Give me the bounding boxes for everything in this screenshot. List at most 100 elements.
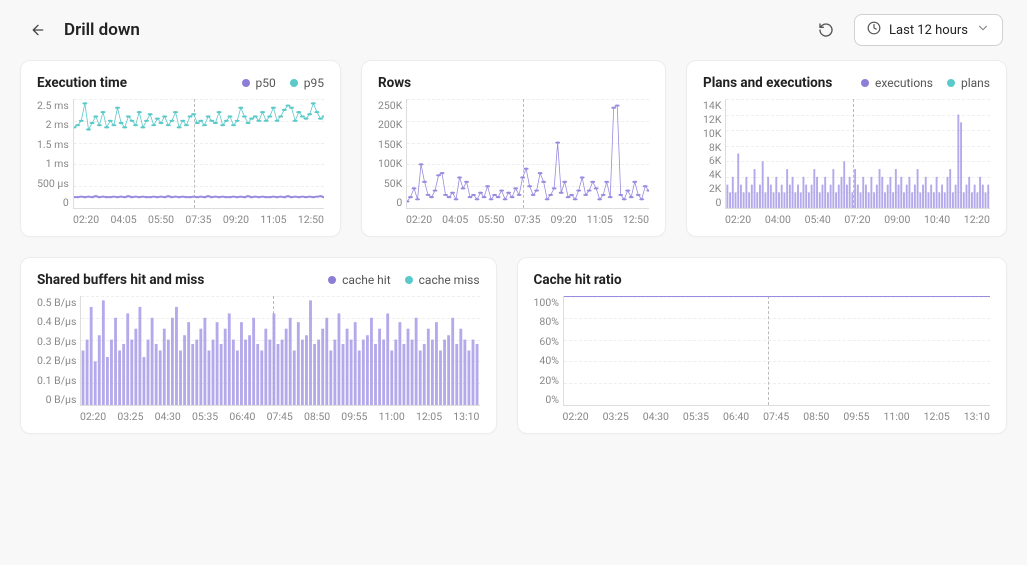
chart-legend: executions plans [861,76,990,90]
x-tick-label: 02:20 [725,213,751,226]
legend-swatch [328,276,336,284]
header-actions: Last 12 hours [812,14,1003,46]
refresh-button[interactable] [812,16,840,44]
x-tick-label: 12:05 [924,410,950,423]
x-tick-label: 06:40 [229,410,255,423]
y-tick-label: 0 [703,196,721,209]
chart-title: Rows [378,75,411,91]
card-cache-hit-ratio[interactable]: Cache hit ratio100%80%60%40%20%0%02:2003… [517,257,1007,434]
x-tick-label: 07:20 [844,213,870,226]
x-tick-label: 11:05 [260,213,286,226]
x-tick-label: 11:00 [884,410,910,423]
chart-legend: cache hit cache miss [328,273,479,287]
x-axis: 02:2004:0505:5007:3509:2011:0512:50 [406,213,649,226]
x-tick-label: 03:25 [603,410,629,423]
chart-title: Plans and executions [703,75,832,91]
y-tick-label: 2.5 ms [37,99,69,112]
legend-label: cache miss [419,273,480,287]
legend-item: plans [947,76,990,90]
y-tick-label: 150K [378,138,402,151]
x-tick-label: 12:50 [623,213,649,226]
y-tick-label: 200K [378,118,402,131]
x-axis: 02:2004:0005:4007:2009:0010:4012:20 [725,213,990,226]
chart-title: Cache hit ratio [534,272,622,288]
x-tick-label: 08:50 [304,410,330,423]
y-tick-label: 0% [534,393,559,406]
y-tick-label: 1 ms [37,157,69,170]
plot-area[interactable] [563,296,990,406]
card-plans-executions[interactable]: Plans and executions executions plans 14K12… [686,60,1007,237]
y-tick-label: 6K [703,154,721,167]
x-tick-label: 05:50 [478,213,504,226]
x-tick-label: 07:35 [514,213,540,226]
plot-area[interactable] [406,99,649,209]
y-tick-label: 8K [703,141,721,154]
card-execution-time[interactable]: Execution timep50p952.5 ms2 ms1.5 ms1 ms… [20,60,341,237]
legend-item: executions [861,76,933,90]
x-tick-label: 04:30 [643,410,669,423]
legend-swatch [290,79,298,87]
legend-label: plans [961,76,990,90]
clock-icon [867,21,881,39]
y-tick-label: 0.4 B/µs [37,315,76,328]
x-tick-label: 03:25 [117,410,143,423]
y-axis: 250K 200K 150K 100K 50K 0 [378,99,406,209]
time-range-selector[interactable]: Last 12 hours [854,14,1003,46]
x-tick-label: 06:40 [723,410,749,423]
chevron-down-icon [976,21,990,39]
x-tick-label: 05:35 [192,410,218,423]
y-axis: 0.5 B/µs0.4 B/µs0.3 B/µs0.2 B/µs0.1 B/µs… [37,296,80,406]
legend-item: p95 [290,76,324,90]
back-button[interactable] [24,16,52,44]
x-tick-label: 11:00 [379,410,405,423]
x-tick-label: 09:00 [884,213,910,226]
y-tick-label: 250K [378,99,402,112]
card-shared-buffers[interactable]: Shared buffers hit and misscache hitcach… [20,257,497,434]
y-tick-label: 50K [378,177,402,190]
x-tick-label: 10:40 [924,213,950,226]
page-header: Drill down Last 12 hours [0,0,1027,60]
x-tick-label: 12:05 [416,410,442,423]
plot-area[interactable] [80,296,479,406]
y-tick-label: 1.5 ms [37,138,69,151]
legend-label: p95 [304,76,324,90]
time-range-label: Last 12 hours [889,23,968,38]
x-tick-label: 12:50 [298,213,324,226]
x-axis: 02:2003:2504:3005:3506:4007:4508:5009:55… [563,410,990,423]
y-tick-label: 0 B/µs [37,393,76,406]
arrow-left-icon [30,22,46,38]
y-tick-label: 0.2 B/µs [37,354,76,367]
legend-label: cache hit [342,273,391,287]
y-tick-label: 12K [703,113,721,126]
card-rows[interactable]: Rows250K200K150K100K50K002:2004:0505:500… [361,60,666,237]
y-tick-label: 2 ms [37,118,69,131]
refresh-icon [818,22,834,38]
y-tick-label: 20% [534,374,559,387]
y-tick-label: 100K [378,157,402,170]
y-tick-label: 0.5 B/µs [37,296,76,309]
chart-legend: p50 p95 [242,76,324,90]
x-tick-label: 09:20 [551,213,577,226]
y-tick-label: 80% [534,315,559,328]
x-tick-label: 07:45 [763,410,789,423]
legend-item: cache miss [405,273,480,287]
legend-swatch [947,79,955,87]
plot-area[interactable] [725,99,990,209]
y-tick-label: 0.1 B/µs [37,374,76,387]
y-tick-label: 10K [703,127,721,140]
x-tick-label: 13:10 [453,410,479,423]
legend-item: p50 [242,76,276,90]
legend-swatch [405,276,413,284]
x-tick-label: 05:50 [148,213,174,226]
plot-area[interactable] [73,99,324,209]
y-tick-label: 4K [703,168,721,181]
x-axis: 02:2004:0505:5007:3509:2011:0512:50 [73,213,324,226]
y-tick-label: 500 µs [37,177,69,190]
x-tick-label: 05:35 [683,410,709,423]
x-tick-label: 11:05 [587,213,613,226]
y-tick-label: 14K [703,99,721,112]
legend-swatch [861,79,869,87]
y-tick-label: 0 [378,196,402,209]
y-tick-label: 2K [703,182,721,195]
y-axis: 100%80%60%40%20%0% [534,296,563,406]
